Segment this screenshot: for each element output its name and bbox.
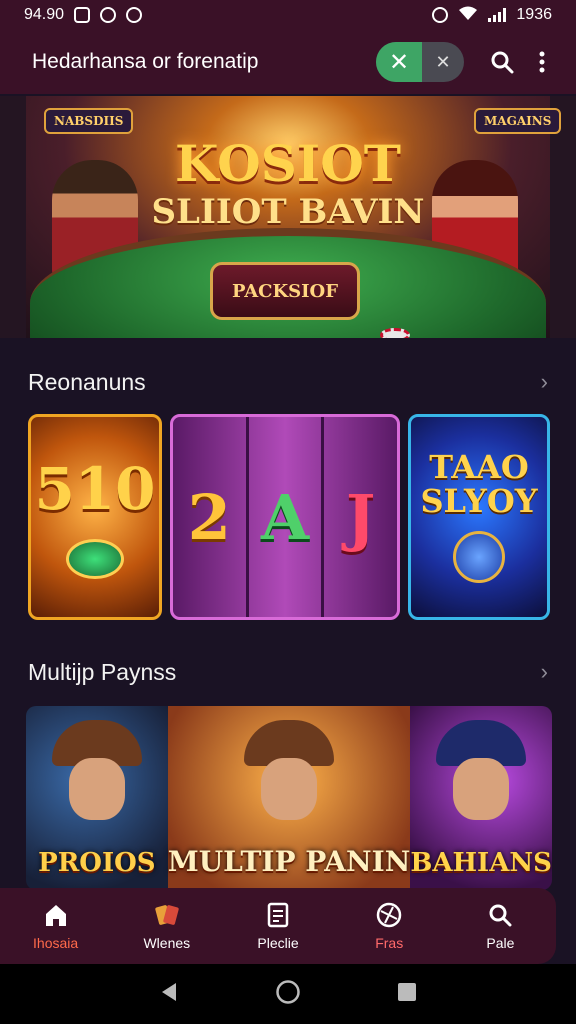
game-card[interactable]: 2 A J xyxy=(170,414,400,620)
hero-banner[interactable]: NABSDIIS MAGAINS KOSIOT SLIIOT BAVIN PAC… xyxy=(0,96,576,338)
hero-sign-right: MAGAINS xyxy=(474,108,562,134)
multiplayer-panel[interactable]: BAHIANS xyxy=(410,706,552,890)
multiplayer-panel[interactable]: PROIOS xyxy=(26,706,168,890)
multiplayer-banner[interactable]: PROIOS MULTIP PANIN BAHIANS xyxy=(26,706,552,890)
shuffle-icon[interactable]: ✕ xyxy=(422,42,464,82)
status-bar: 94.90 1936 xyxy=(0,0,576,30)
game-card-subtitle: SLYOY xyxy=(420,482,538,520)
character-illustration xyxy=(68,758,125,820)
hero-title: KOSIOT xyxy=(175,134,401,193)
slot-reel: J xyxy=(346,480,376,554)
close-icon[interactable]: ✕ xyxy=(376,42,422,82)
signal-icon xyxy=(488,8,507,22)
search-icon[interactable] xyxy=(482,42,522,82)
document-icon xyxy=(263,901,293,929)
nav-label: Pleclie xyxy=(257,935,299,951)
nav-item-explore[interactable]: Fras xyxy=(334,888,445,964)
multiplayer-header[interactable]: Multijp Paynss › xyxy=(28,654,548,690)
coin-icon xyxy=(453,530,505,583)
character-illustration xyxy=(261,758,317,820)
game-card[interactable]: 510 xyxy=(28,414,162,620)
mode-toggle[interactable]: ✕ ✕ xyxy=(376,42,464,82)
nav-item-search[interactable]: Pale xyxy=(445,888,556,964)
game-card[interactable]: TAAO SLYOY xyxy=(408,414,550,620)
home-icon xyxy=(41,901,71,929)
slot-reel: A xyxy=(249,417,325,617)
recommendations-heading: Reonanuns xyxy=(28,368,146,395)
nav-label: Fras xyxy=(375,935,404,951)
recommendations-list: 510 2 A J TAAO SLYOY xyxy=(28,414,550,620)
panel-label: MULTIP PANIN xyxy=(167,845,411,878)
sync-icon xyxy=(126,7,143,23)
panel-label: BAHIANS xyxy=(410,848,552,878)
shield-icon xyxy=(100,7,117,23)
status-time: 94.90 xyxy=(24,6,65,23)
multiplayer-heading: Multijp Paynss xyxy=(28,658,177,685)
home-circle-icon[interactable] xyxy=(275,979,301,1010)
globe-icon xyxy=(374,901,404,929)
wifi-icon xyxy=(458,5,478,26)
emblem-icon xyxy=(66,539,124,579)
recommendations-header[interactable]: Reonanuns › xyxy=(28,364,548,400)
status-right-text: 1936 xyxy=(516,6,552,23)
cards-icon xyxy=(152,901,182,929)
bottom-nav: Ihosaia Wlenes Pleclie Fras Pale xyxy=(0,888,556,964)
hero-plaque: PACKSIOF xyxy=(210,262,360,320)
search-icon xyxy=(485,901,515,929)
nav-label: Ihosaia xyxy=(33,935,79,951)
slot-reel: 2 xyxy=(173,417,249,617)
system-nav-bar xyxy=(0,964,576,1024)
game-card-title: 510 xyxy=(34,455,156,523)
nav-label: Pale xyxy=(486,935,515,951)
slot-reels: 2 A J xyxy=(173,417,397,617)
multiplayer-panel[interactable]: MULTIP PANIN xyxy=(167,706,411,890)
alarm-icon xyxy=(432,7,449,23)
nav-item-games[interactable]: Wlenes xyxy=(111,888,222,964)
chevron-right-icon[interactable]: › xyxy=(541,659,548,685)
more-options-icon[interactable] xyxy=(522,42,562,82)
hero-subtitle: SLIIOT BAVIN xyxy=(151,192,425,232)
nav-label: Wlenes xyxy=(143,935,191,951)
back-icon[interactable] xyxy=(158,981,180,1008)
notification-icon xyxy=(74,7,91,23)
app-title: Hedarhansa or forenatip xyxy=(32,50,259,73)
app-bar: Hedarhansa or forenatip ✕ ✕ xyxy=(0,30,576,94)
chip-stack xyxy=(380,328,410,338)
game-card-title: TAAO xyxy=(429,448,529,487)
character-illustration xyxy=(453,758,510,820)
panel-label: PROIOS xyxy=(38,848,156,878)
chevron-right-icon[interactable]: › xyxy=(541,369,548,395)
nav-item-home[interactable]: Ihosaia xyxy=(0,888,111,964)
nav-item-profile[interactable]: Pleclie xyxy=(222,888,333,964)
hero-sign-left: NABSDIIS xyxy=(44,108,134,134)
recents-icon[interactable] xyxy=(396,981,418,1008)
